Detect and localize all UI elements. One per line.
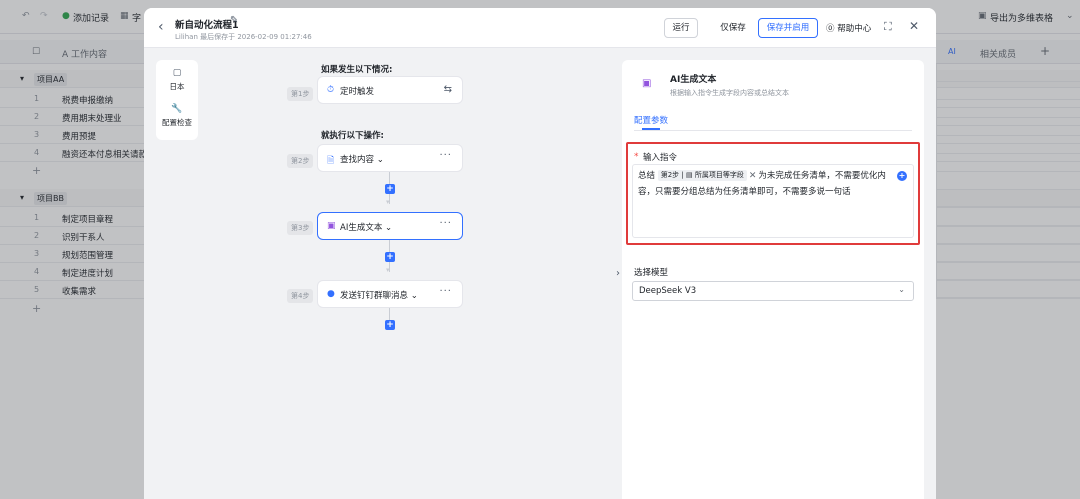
last-saved-info: Lilihan 最后保存于 2026-02-09 01:27:46 bbox=[175, 33, 312, 41]
log-label: 日本 bbox=[169, 82, 185, 91]
step-badge: 第1步 bbox=[287, 87, 314, 101]
step-card-ai[interactable]: ▣ AI生成文本 ⌄ ··· bbox=[317, 212, 463, 240]
side-menu: ▢ 日本 🔧 配置检查 bbox=[156, 60, 198, 140]
insert-variable-button[interactable]: + bbox=[897, 171, 907, 181]
help-center-link[interactable]: ⓪ 帮助中心 bbox=[826, 22, 871, 34]
tab-divider bbox=[634, 130, 912, 131]
variable-chip[interactable]: 第2步 | ▤ 所属项目等字段 bbox=[657, 170, 747, 181]
connector-line bbox=[389, 308, 390, 320]
ai-icon: ▣ bbox=[327, 221, 336, 231]
run-button[interactable]: 运行 bbox=[664, 18, 698, 38]
dingtalk-icon: ● bbox=[327, 289, 335, 299]
add-step-button[interactable]: + bbox=[385, 252, 395, 262]
prompt-line-1: 总结 第2步 | ▤ 所属项目等字段 ✕ 为未完成任务清单，不需要优化内 bbox=[638, 170, 910, 182]
model-label: 选择模型 bbox=[634, 268, 669, 278]
edit-icon[interactable]: ✎ bbox=[230, 15, 238, 26]
connector-line bbox=[389, 172, 390, 184]
step-label: 定时触发 bbox=[340, 87, 375, 97]
step-label: 发送钉钉群聊消息 ⌄ bbox=[340, 291, 418, 301]
step-badge: 第2步 bbox=[287, 154, 314, 168]
model-value: DeepSeek V3 bbox=[639, 286, 697, 296]
expand-icon[interactable]: ⛶ bbox=[884, 20, 892, 34]
step-badge: 第4步 bbox=[287, 289, 314, 303]
prompt-line-2: 容，只需要分组总结为任务清单即可，不需要多说一句话 bbox=[638, 187, 851, 197]
collapse-panel-icon[interactable]: › bbox=[616, 268, 620, 279]
prompt-label: 输入指令 bbox=[643, 153, 678, 163]
active-tab-indicator bbox=[642, 128, 660, 130]
step-card-trigger[interactable]: ⏱ 定时触发 ⇆ bbox=[317, 76, 463, 104]
add-step-button[interactable]: + bbox=[385, 184, 395, 194]
more-icon[interactable]: ··· bbox=[439, 286, 452, 297]
log-icon: ▢ bbox=[172, 68, 182, 78]
tab-config-params[interactable]: 配置参数 bbox=[634, 114, 668, 126]
step-card-dingtalk[interactable]: ● 发送钉钉群聊消息 ⌄ ··· bbox=[317, 280, 463, 308]
step-card-find[interactable]: 🗎 查找内容 ⌄ ··· bbox=[317, 144, 463, 172]
panel-title: AI生成文本 bbox=[670, 75, 717, 85]
remove-chip-icon[interactable]: ✕ bbox=[749, 171, 757, 181]
add-step-button[interactable]: + bbox=[385, 320, 395, 330]
help-icon: ⓪ bbox=[826, 24, 835, 34]
more-icon[interactable]: ··· bbox=[439, 218, 452, 229]
back-icon[interactable]: ‹ bbox=[158, 20, 164, 34]
arrow-down-icon: ▾ bbox=[386, 198, 390, 206]
wrench-icon: 🔧 bbox=[171, 104, 183, 114]
search-doc-icon: 🗎 bbox=[327, 156, 335, 166]
arrow-down-icon: ▾ bbox=[386, 266, 390, 274]
config-check-menu-item[interactable]: 🔧 配置检查 bbox=[156, 104, 198, 128]
prompt-input[interactable]: 总结 第2步 | ▤ 所属项目等字段 ✕ 为未完成任务清单，不需要优化内 容，只需要… bbox=[632, 164, 914, 238]
action-section-title: 就执行以下操作: bbox=[321, 131, 384, 141]
ai-icon: ▣ bbox=[642, 78, 652, 89]
log-menu-item[interactable]: ▢ 日本 bbox=[156, 68, 198, 92]
panel-description: 根据输入指令生成字段内容或总结文本 bbox=[670, 89, 789, 97]
connector-line bbox=[389, 240, 390, 252]
chevron-down-icon: ⌄ bbox=[898, 285, 905, 294]
modal-header: ‹ 新自动化流程1 ✎ Lilihan 最后保存于 2026-02-09 01:… bbox=[144, 8, 936, 48]
help-label: 帮助中心 bbox=[837, 24, 872, 34]
swap-icon[interactable]: ⇆ bbox=[444, 84, 452, 95]
step-label: 查找内容 ⌄ bbox=[340, 155, 384, 165]
clock-icon: ⏱ bbox=[327, 85, 335, 95]
model-select[interactable]: DeepSeek V3 ⌄ bbox=[632, 281, 914, 301]
step-label: AI生成文本 ⌄ bbox=[340, 223, 393, 233]
save-enable-button[interactable]: 保存并启用 bbox=[758, 18, 818, 38]
prompt-text: 为未完成任务清单，不需要优化内 bbox=[758, 171, 886, 181]
step-badge: 第3步 bbox=[287, 221, 314, 235]
config-check-label: 配置检查 bbox=[162, 118, 192, 127]
required-marker: * bbox=[634, 152, 639, 162]
more-icon[interactable]: ··· bbox=[439, 150, 452, 161]
prompt-prefix: 总结 bbox=[638, 171, 656, 181]
save-only-button[interactable]: 仅保存 bbox=[716, 18, 750, 38]
trigger-section-title: 如果发生以下情况: bbox=[321, 65, 393, 75]
automation-modal: ‹ 新自动化流程1 ✎ Lilihan 最后保存于 2026-02-09 01:… bbox=[144, 8, 936, 499]
close-icon[interactable]: ✕ bbox=[909, 19, 919, 33]
config-panel: ▣ AI生成文本 根据输入指令生成字段内容或总结文本 配置参数 * 输入指令 总… bbox=[622, 60, 924, 499]
